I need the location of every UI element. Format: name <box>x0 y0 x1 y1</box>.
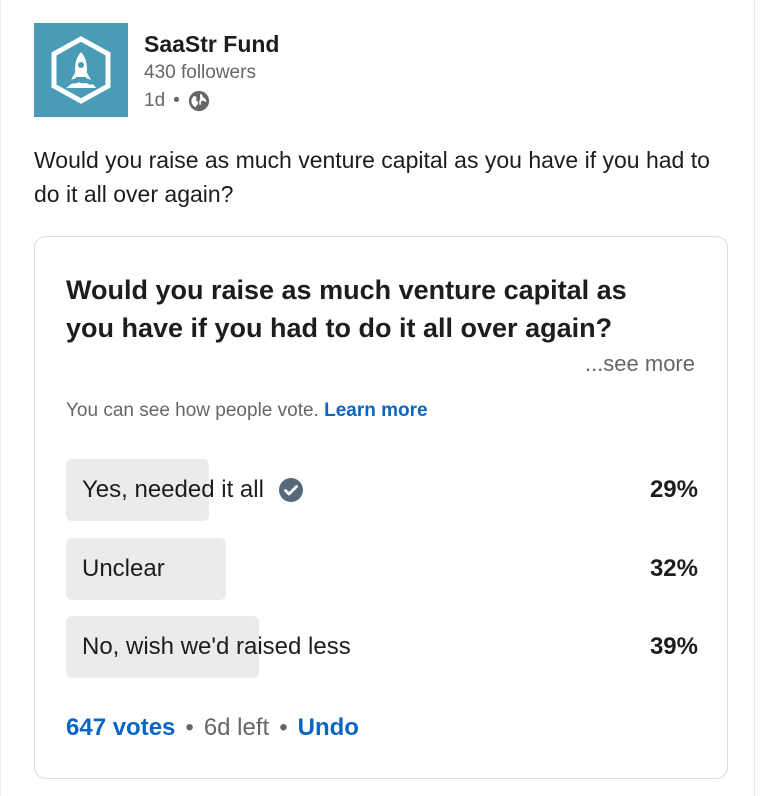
vote-visibility-notice: You can see how people vote. Learn more <box>66 400 428 422</box>
poll-option-label: No, wish we'd raised less <box>82 633 351 660</box>
rocket-logo-icon <box>51 36 111 104</box>
poll-option-label: Unclear <box>82 555 165 582</box>
poll-option-label-wrap: Unclear <box>82 538 165 600</box>
footer-separator: • <box>279 714 288 741</box>
poll-option-percent: 29% <box>649 476 698 503</box>
post-text: Would you raise as much venture capital … <box>34 147 710 207</box>
undo-button[interactable]: Undo <box>298 714 359 742</box>
time-left: 6d left <box>203 714 270 741</box>
author-info: SaaStr Fund 430 followers 1d • <box>144 29 279 115</box>
poll-card: Would you raise as much venture capital … <box>34 236 728 779</box>
follower-count: 430 followers <box>144 62 256 83</box>
globe-icon <box>188 90 209 112</box>
left-border <box>0 0 1 796</box>
poll-option[interactable]: No, wish we'd raised less 39% <box>66 616 698 678</box>
visibility-text: You can see how people vote. <box>66 400 319 421</box>
selected-check-icon <box>278 478 303 502</box>
author-name[interactable]: SaaStr Fund <box>144 29 279 59</box>
poll-question: Would you raise as much venture capital … <box>66 275 627 343</box>
poll-option-label-wrap: Yes, needed it all <box>82 459 304 521</box>
meta-separator: • <box>173 90 180 111</box>
poll-option[interactable]: Yes, needed it all 29% <box>66 459 698 521</box>
vote-count-link[interactable]: 647 votes <box>66 714 175 742</box>
poll-option-percent: 39% <box>649 633 698 660</box>
post-header: SaaStr Fund 430 followers 1d • <box>34 23 714 123</box>
poll-option-percent: 32% <box>649 555 698 582</box>
post-age: 1d <box>144 90 166 111</box>
poll-footer: 647 votes • 6d left • Undo <box>66 714 359 742</box>
footer-separator: • <box>185 714 194 741</box>
post-meta: 1d • <box>144 87 279 115</box>
poll-option-label-wrap: No, wish we'd raised less <box>82 616 351 678</box>
learn-more-link[interactable]: Learn more <box>324 400 427 421</box>
poll-option[interactable]: Unclear 32% <box>66 538 698 600</box>
right-border <box>754 0 755 796</box>
see-more-link[interactable]: ...see more <box>585 351 695 377</box>
poll-option-label: Yes, needed it all <box>82 476 264 503</box>
company-logo[interactable] <box>34 23 128 117</box>
